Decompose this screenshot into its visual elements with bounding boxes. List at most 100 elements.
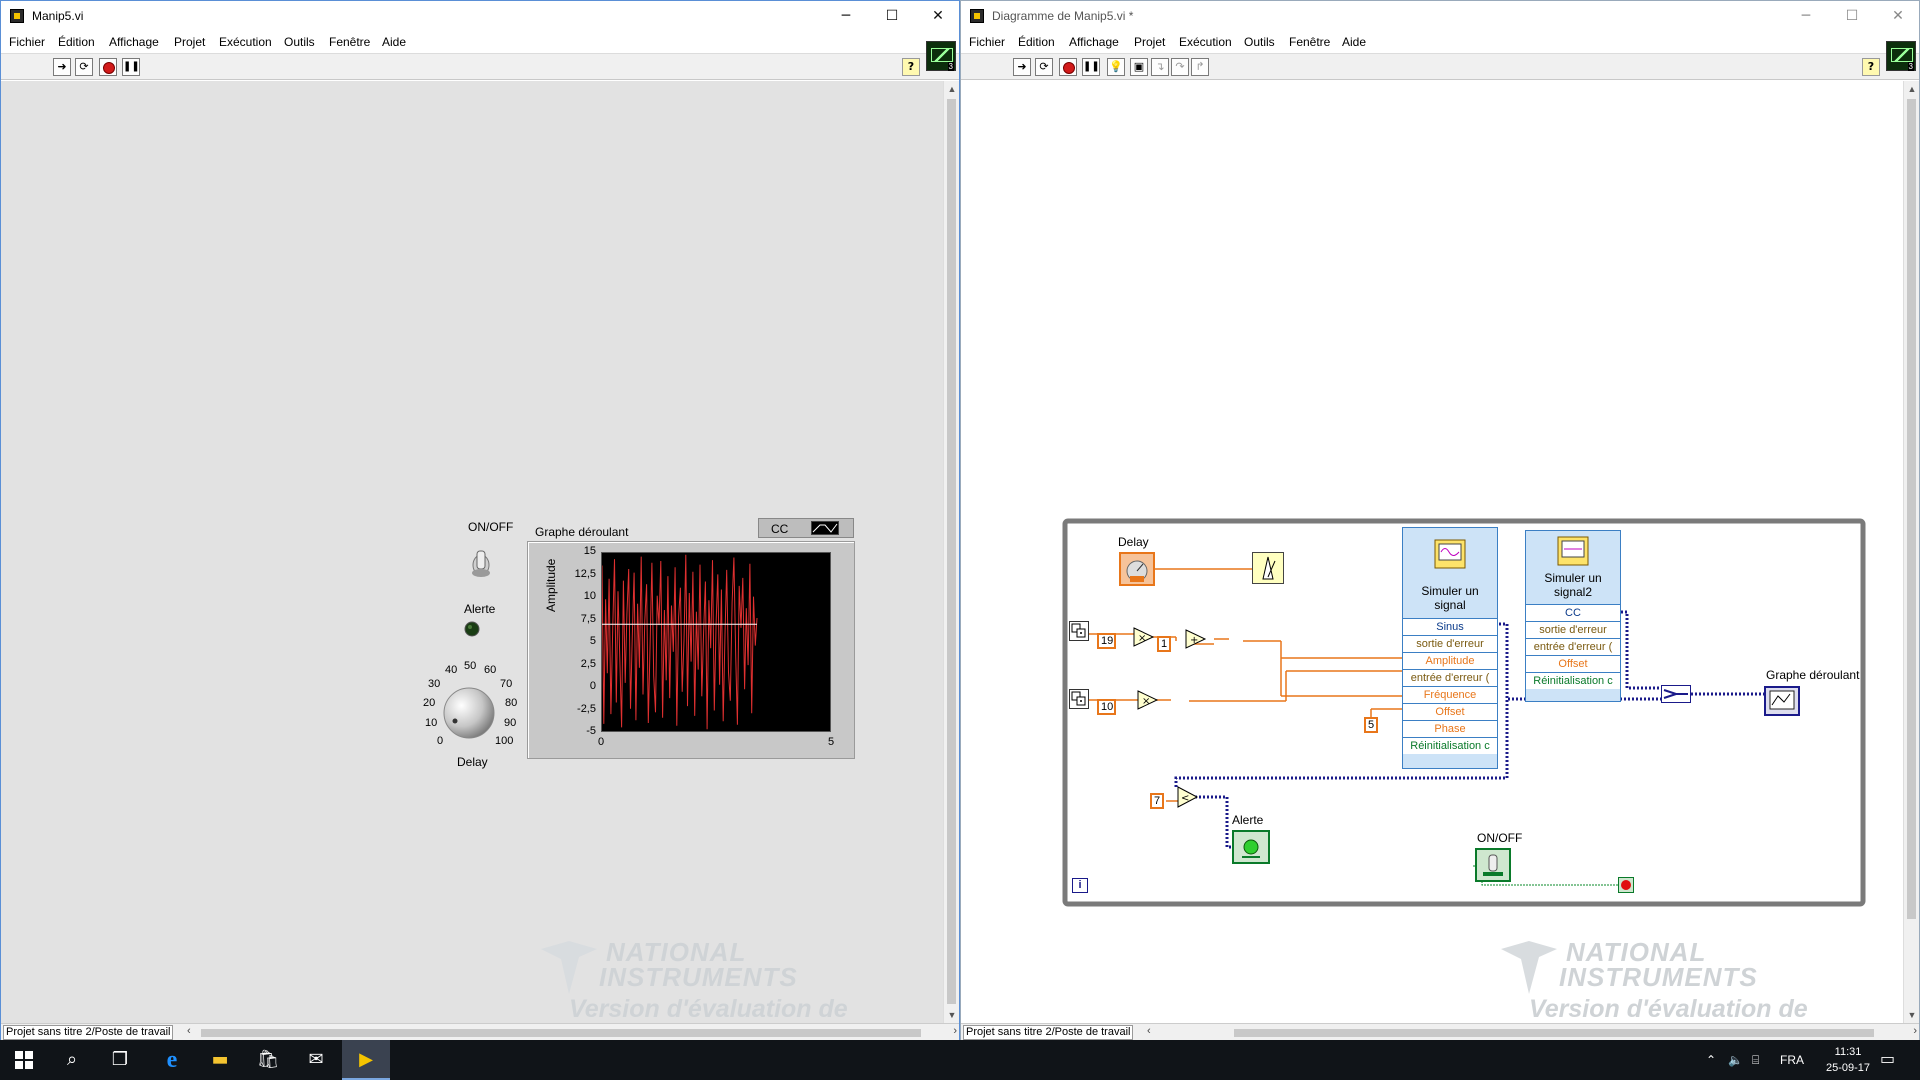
simulate-signal2-express-vi[interactable]: Simuler un signal2 CC sortie d'erreur en… bbox=[1525, 530, 1621, 702]
sim1-phase-input[interactable]: Phase bbox=[1403, 720, 1497, 737]
multiply-node-icon[interactable]: × bbox=[1137, 690, 1159, 710]
start-windows-icon[interactable] bbox=[0, 1040, 48, 1080]
add-node-icon[interactable]: + bbox=[1185, 629, 1207, 649]
highlight-execution-icon[interactable]: 💡 bbox=[1107, 58, 1125, 76]
hscroll-thumb[interactable] bbox=[1234, 1029, 1874, 1037]
menu-edition[interactable]: Édition bbox=[58, 35, 95, 49]
menu-outils[interactable]: Outils bbox=[1244, 35, 1275, 49]
delay-knob[interactable] bbox=[439, 683, 499, 743]
sim2-output-cc[interactable]: CC bbox=[1526, 604, 1620, 621]
hscroll-right-icon[interactable]: › bbox=[1913, 1025, 1917, 1037]
pause-icon[interactable]: ❚❚ bbox=[1082, 58, 1100, 76]
menu-aide[interactable]: Aide bbox=[382, 35, 406, 49]
front-vertical-scrollbar[interactable]: ▲ ▼ bbox=[943, 81, 959, 1023]
minimize-button[interactable]: ─ bbox=[1783, 1, 1829, 32]
search-icon[interactable]: ⌕ bbox=[48, 1040, 96, 1080]
file-explorer-icon[interactable]: ▬ bbox=[196, 1040, 244, 1080]
context-help-icon[interactable]: ? bbox=[902, 58, 920, 76]
hscroll-thumb[interactable] bbox=[201, 1029, 921, 1037]
step-over-icon[interactable]: ↷ bbox=[1171, 58, 1189, 76]
maximize-button[interactable]: ☐ bbox=[1829, 1, 1875, 32]
sim2-error-in[interactable]: entrée d'erreur ( bbox=[1526, 638, 1620, 655]
project-path[interactable]: Projet sans titre 2/Poste de travail bbox=[3, 1025, 174, 1040]
simulate-signal-express-vi[interactable]: Simuler un signal Sinus sortie d'erreur … bbox=[1402, 527, 1498, 769]
less-than-compare-icon[interactable]: < bbox=[1177, 786, 1199, 808]
show-hidden-icons-icon[interactable]: ⌃ bbox=[1706, 1040, 1716, 1080]
step-out-icon[interactable]: ↱ bbox=[1191, 58, 1209, 76]
menu-fichier[interactable]: Fichier bbox=[969, 35, 1005, 49]
menu-aide[interactable]: Aide bbox=[1342, 35, 1366, 49]
close-button[interactable]: ✕ bbox=[1875, 1, 1920, 32]
pause-icon[interactable]: ❚❚ bbox=[122, 58, 140, 76]
action-center-icon[interactable]: ▭ bbox=[1880, 1040, 1895, 1080]
maximize-button[interactable]: ☐ bbox=[869, 1, 915, 32]
minimize-button[interactable]: ─ bbox=[823, 1, 869, 32]
waveform-chart-terminal[interactable] bbox=[1764, 686, 1800, 716]
menu-affichage[interactable]: Affichage bbox=[1069, 35, 1119, 49]
on-off-switch-terminal[interactable] bbox=[1475, 848, 1511, 882]
clock[interactable]: 11:31 25-09-17 bbox=[1826, 1044, 1870, 1076]
input-language[interactable]: FRA bbox=[1780, 1040, 1804, 1080]
menu-execution[interactable]: Exécution bbox=[219, 35, 272, 49]
close-button[interactable]: ✕ bbox=[915, 1, 961, 32]
task-view-icon[interactable]: ❐ bbox=[96, 1040, 144, 1080]
sim1-error-in[interactable]: entrée d'erreur ( bbox=[1403, 669, 1497, 686]
plot-area[interactable] bbox=[601, 552, 831, 732]
store-icon[interactable]: 🛍 bbox=[244, 1040, 292, 1080]
mail-icon[interactable]: ✉ bbox=[292, 1040, 340, 1080]
scroll-down-icon[interactable]: ▼ bbox=[1904, 1007, 1920, 1023]
context-help-icon[interactable]: ? bbox=[1862, 58, 1880, 76]
run-continuously-icon[interactable]: ⟳ bbox=[75, 58, 93, 76]
scroll-up-icon[interactable]: ▲ bbox=[1904, 81, 1920, 97]
sim1-offset-input[interactable]: Offset bbox=[1403, 703, 1497, 720]
sim2-offset-input[interactable]: Offset bbox=[1526, 655, 1620, 672]
random-number-icon[interactable] bbox=[1069, 689, 1089, 709]
sim1-frequency-input[interactable]: Fréquence bbox=[1403, 686, 1497, 703]
scroll-up-icon[interactable]: ▲ bbox=[944, 81, 960, 97]
project-path[interactable]: Projet sans titre 2/Poste de travail bbox=[963, 1025, 1134, 1040]
run-continuously-icon[interactable]: ⟳ bbox=[1035, 58, 1053, 76]
on-off-toggle-switch[interactable] bbox=[467, 547, 497, 581]
sim1-reset-input[interactable]: Réinitialisation c bbox=[1403, 737, 1497, 754]
wait-ms-metronome-icon[interactable] bbox=[1252, 552, 1284, 584]
menu-fenetre[interactable]: Fenêtre bbox=[1289, 35, 1330, 49]
menu-projet[interactable]: Projet bbox=[1134, 35, 1165, 49]
constant-7[interactable]: 7 bbox=[1150, 793, 1164, 809]
scroll-thumb[interactable] bbox=[1907, 99, 1916, 919]
vi-icon[interactable] bbox=[926, 41, 956, 71]
sim2-reset-input[interactable]: Réinitialisation c bbox=[1526, 672, 1620, 689]
run-arrow-icon[interactable]: ➜ bbox=[1013, 58, 1031, 76]
waveform-chart[interactable]: Amplitude 15 12,5 10 7,5 5 2,5 0 -2,5 -5 0 5 bbox=[527, 541, 855, 759]
hscroll-right-icon[interactable]: › bbox=[953, 1025, 957, 1037]
menu-execution[interactable]: Exécution bbox=[1179, 35, 1232, 49]
hscroll-left-icon[interactable]: ‹ bbox=[1147, 1025, 1151, 1037]
vi-icon[interactable] bbox=[1886, 41, 1916, 71]
constant-10[interactable]: 10 bbox=[1097, 699, 1116, 715]
sim2-error-out[interactable]: sortie d'erreur bbox=[1526, 621, 1620, 638]
run-arrow-icon[interactable]: ➜ bbox=[53, 58, 71, 76]
front-panel-titlebar[interactable]: Manip5.vi ─ ☐ ✕ bbox=[1, 1, 959, 32]
step-into-icon[interactable]: ↴ bbox=[1151, 58, 1169, 76]
sim1-error-out[interactable]: sortie d'erreur bbox=[1403, 635, 1497, 652]
multiply-node-icon[interactable]: × bbox=[1133, 627, 1155, 647]
menu-affichage[interactable]: Affichage bbox=[109, 35, 159, 49]
constant-19[interactable]: 19 bbox=[1097, 633, 1116, 649]
sim1-amplitude-input[interactable]: Amplitude bbox=[1403, 652, 1497, 669]
merge-signals-icon[interactable] bbox=[1661, 685, 1691, 703]
plot-legend[interactable]: CC bbox=[758, 518, 854, 538]
hscroll-left-icon[interactable]: ‹ bbox=[187, 1025, 191, 1037]
diagram-titlebar[interactable]: Diagramme de Manip5.vi * ─ ☐ ✕ bbox=[961, 1, 1919, 32]
random-number-icon[interactable] bbox=[1069, 621, 1089, 641]
menu-fichier[interactable]: Fichier bbox=[9, 35, 45, 49]
labview-taskbar-icon[interactable]: ▶ bbox=[342, 1040, 390, 1080]
volume-icon[interactable]: 🔈 bbox=[1728, 1040, 1743, 1080]
loop-stop-condition-icon[interactable] bbox=[1618, 877, 1634, 893]
menu-outils[interactable]: Outils bbox=[284, 35, 315, 49]
network-icon[interactable]: ⌸ bbox=[1752, 1040, 1759, 1080]
scroll-thumb[interactable] bbox=[947, 99, 956, 1004]
sim1-output-sinus[interactable]: Sinus bbox=[1403, 618, 1497, 635]
abort-execution-icon[interactable] bbox=[1059, 58, 1077, 76]
constant-5[interactable]: 5 bbox=[1364, 717, 1378, 733]
menu-edition[interactable]: Édition bbox=[1018, 35, 1055, 49]
scroll-down-icon[interactable]: ▼ bbox=[944, 1007, 960, 1023]
